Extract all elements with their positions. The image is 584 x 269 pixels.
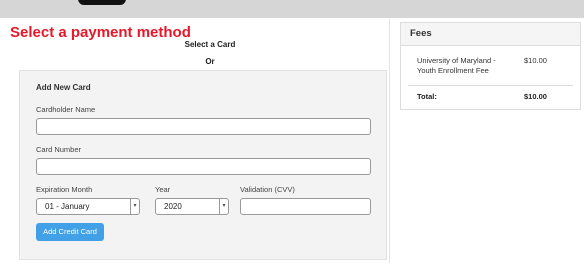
chevron-updown-icon: ▾	[219, 199, 228, 214]
year-select[interactable]: 2020 ▾	[155, 198, 229, 215]
select-card-label: Select a Card	[184, 40, 236, 49]
fees-title: Fees	[410, 28, 432, 39]
cardholder-name-label: Cardholder Name	[36, 105, 96, 114]
total-label: Total:	[417, 92, 437, 101]
chevron-updown-icon: ▾	[130, 199, 139, 214]
top-strip	[0, 0, 584, 18]
add-card-form: Add New Card Cardholder Name Card Number…	[19, 70, 387, 260]
or-label: Or	[205, 57, 215, 66]
card-number-input[interactable]	[36, 158, 371, 175]
expiration-month-label: Expiration Month	[36, 185, 93, 194]
page-title: Select a payment method	[10, 24, 191, 41]
fee-item-name: University of Maryland - Youth Enrollmen…	[417, 56, 496, 75]
form-heading: Add New Card	[36, 83, 91, 92]
fees-panel: Fees University of Maryland - Youth Enro…	[400, 22, 581, 110]
fees-header: Fees	[401, 23, 580, 46]
cvv-label: Validation (CVV)	[240, 185, 295, 194]
expiration-month-value: 01 - January	[45, 202, 90, 211]
cvv-input[interactable]	[240, 198, 371, 215]
year-label: Year	[155, 185, 171, 194]
total-amount: $10.00	[524, 92, 547, 101]
add-credit-card-button[interactable]: Add Credit Card	[36, 223, 104, 241]
fee-item-amount: $10.00	[524, 56, 547, 65]
cropped-header-fragment	[78, 0, 126, 5]
year-value: 2020	[164, 202, 182, 211]
cardholder-name-input[interactable]	[36, 118, 371, 135]
card-number-label: Card Number	[36, 145, 82, 154]
fees-divider	[408, 85, 573, 86]
expiration-month-select[interactable]: 01 - January ▾	[36, 198, 140, 215]
